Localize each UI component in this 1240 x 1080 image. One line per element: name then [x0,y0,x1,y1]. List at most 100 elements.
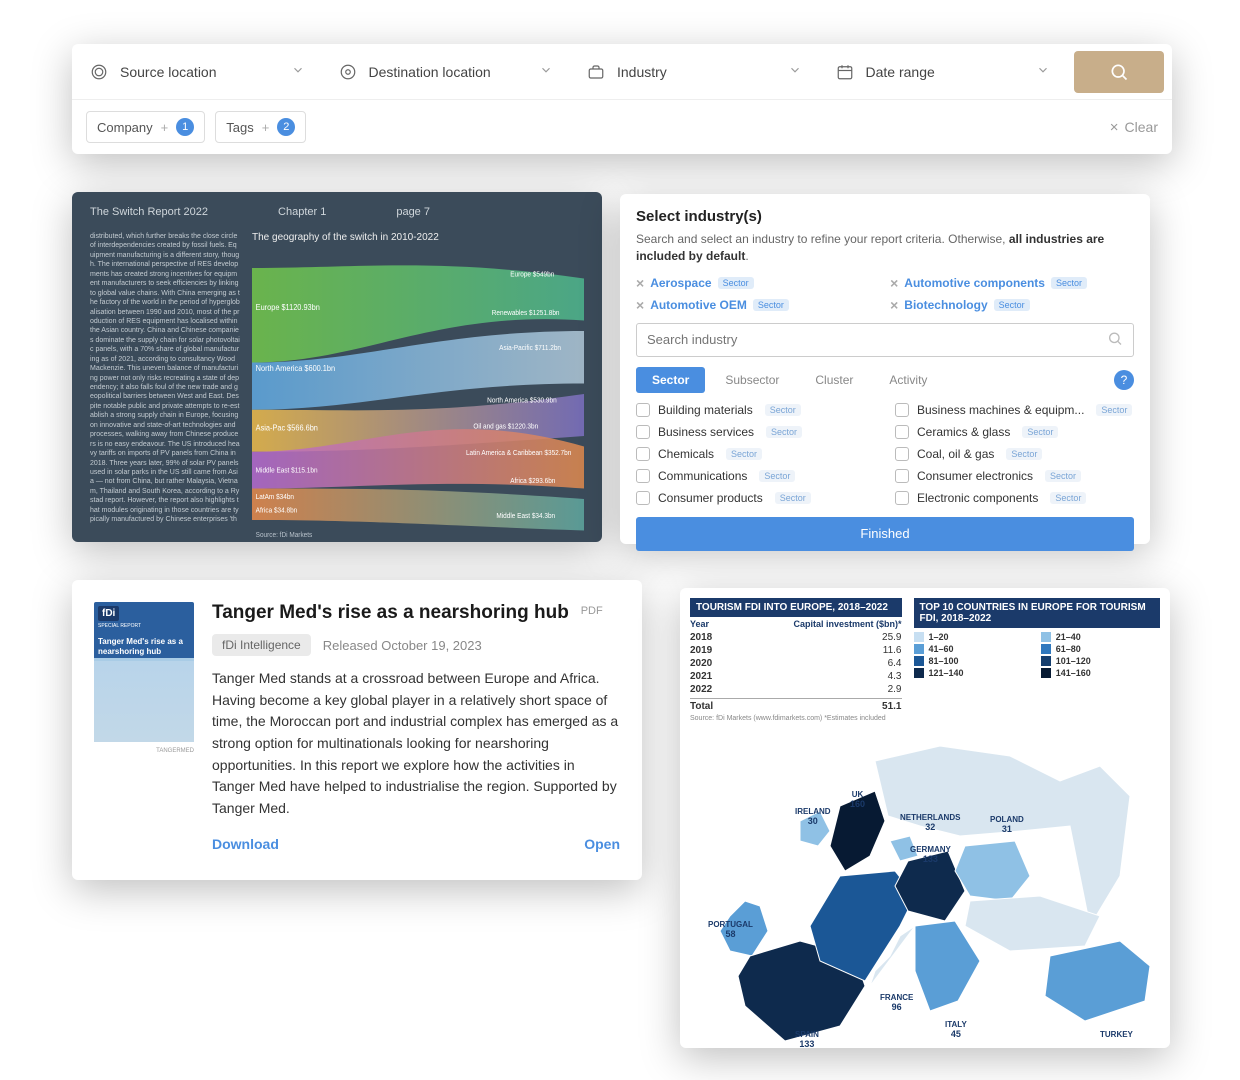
sector-badge: Sector [726,448,762,460]
filter-label: Industry [617,64,778,80]
remove-icon: × [636,275,644,291]
chevron-down-icon [788,63,802,80]
article-source: fDi Intelligence [212,634,311,656]
industry-search[interactable] [636,323,1134,357]
sector-badge: Sector [1006,448,1042,460]
option-label: Coal, oil & gas [917,447,994,461]
plus-icon: + [161,120,169,135]
table-row: 20206.4 [690,657,902,670]
europe-map: IRELAND30UK160NETHERLANDS32POLAND31PORTU… [690,726,1160,1066]
search-icon [1107,330,1123,349]
tourism-source: Source: fDi Markets (www.fdimarkets.com)… [690,715,902,722]
industry-tabs: Sector Subsector Cluster Activity ? [636,367,1134,393]
checkbox-icon [895,403,909,417]
selected-industry[interactable]: ×Automotive componentsSector [890,275,1114,291]
finished-button[interactable]: Finished [636,517,1134,551]
sankey-right-5: Latin America & Caribbean $352.7bn [466,450,571,457]
checkbox-icon [636,425,650,439]
chevron-down-icon [291,63,305,80]
sankey-left-3: Middle East $115.1bn [256,467,318,474]
sector-badge: Sector [759,470,795,482]
selected-industry[interactable]: ×AerospaceSector [636,275,860,291]
legend-item: 21–40 [1041,632,1160,642]
sankey-right-1: Renewables $1251.8bn [492,310,560,317]
search-button[interactable] [1074,51,1164,93]
tab-activity[interactable]: Activity [873,367,943,393]
article-thumbnail: fDi SPECIAL REPORT Tanger Med's rise as … [94,602,194,742]
filter-source-location[interactable]: Source location [72,44,321,99]
legend-item: 41–60 [914,644,1033,654]
close-icon: × [1110,119,1119,136]
industry-option[interactable]: Building materialsSector [636,403,875,417]
switch-sankey-chart: The geography of the switch in 2010-2022… [252,232,584,526]
country-label: IRELAND30 [795,808,831,827]
table-row: 201911.6 [690,644,902,657]
tab-cluster[interactable]: Cluster [799,367,869,393]
selected-industries: ×AerospaceSector ×Automotive componentsS… [636,275,1134,313]
industry-option[interactable]: Business machines & equipm... Sector [895,403,1134,417]
chip-label: Company [97,120,153,135]
article-description: Tanger Med stands at a crossroad between… [212,668,620,820]
filter-industry[interactable]: Industry [569,44,818,99]
option-label: Business machines & equipm... [917,403,1084,417]
sankey-right-4: Oil and gas $1220.3bn [473,423,538,430]
thumb-title: Tanger Med's rise as a nearshoring hub [98,637,190,656]
sector-badge: Sector [1022,426,1058,438]
country-label: SPAIN133 [795,1031,819,1050]
industry-option[interactable]: Consumer electronicsSector [895,469,1134,483]
industry-search-input[interactable] [637,324,1133,356]
sankey-left-4: LatAm $34bn [256,494,294,501]
selected-industry[interactable]: ×BiotechnologySector [890,297,1114,313]
sector-badge: Sector [1045,470,1081,482]
industry-option[interactable]: Electronic componentsSector [895,491,1134,505]
sankey-left-1: North America $600.1bn [256,363,335,373]
country-label: PORTUGAL58 [708,921,753,940]
legend-item: 81–100 [914,656,1033,666]
industry-selector-panel: Select industry(s) Search and select an … [620,194,1150,544]
industry-option[interactable]: Business servicesSector [636,425,875,439]
legend-item: 121–140 [914,668,1033,678]
industry-option[interactable]: Ceramics & glassSector [895,425,1134,439]
industry-option[interactable]: CommunicationsSector [636,469,875,483]
legend-item: 61–80 [1041,644,1160,654]
article-card: fDi SPECIAL REPORT Tanger Med's rise as … [72,580,642,880]
chevron-down-icon [539,63,553,80]
tab-sector[interactable]: Sector [636,367,705,393]
briefcase-icon [585,61,607,83]
chip-tags[interactable]: Tags + 2 [215,111,306,143]
industry-option[interactable]: ChemicalsSector [636,447,875,461]
clear-label: Clear [1125,119,1158,135]
sankey-left-5: Africa $34.8bn [256,507,298,514]
tab-subsector[interactable]: Subsector [709,367,795,393]
help-icon[interactable]: ? [1114,370,1134,390]
sankey-right-2: Asia-Pacific $711.2bn [499,345,561,352]
pdf-label: PDF [581,605,603,617]
legend-title: TOP 10 COUNTRIES IN EUROPE FOR TOURISM F… [914,598,1161,628]
option-label: Building materials [658,403,753,417]
filter-destination-location[interactable]: Destination location [321,44,570,99]
chip-count: 2 [277,118,295,136]
download-button[interactable]: Download [212,836,279,852]
country-label: TURKEY [1100,1031,1133,1040]
checkbox-icon [895,469,909,483]
thumb-footer: TANGERMED [156,748,194,754]
clear-button[interactable]: × Clear [1110,119,1158,136]
filter-bar-top: Source location Destination location Ind… [72,44,1172,100]
industry-option[interactable]: Coal, oil & gas Sector [895,447,1134,461]
report-title: The Switch Report 2022 [90,206,208,218]
chip-company[interactable]: Company + 1 [86,111,205,143]
industry-option[interactable]: Consumer productsSector [636,491,875,505]
filter-date-range[interactable]: Date range [818,44,1067,99]
chip-label: Tags [226,120,253,135]
selected-industry[interactable]: ×Automotive OEMSector [636,297,860,313]
sector-badge: Sector [1096,404,1132,416]
tourism-table: TOURISM FDI INTO EUROPE, 2018–2022 YearC… [690,598,902,722]
industry-options: Building materialsSectorBusiness machine… [636,403,1134,505]
country-label: UK160 [850,791,865,810]
option-label: Business services [658,425,754,439]
map-legend: TOP 10 COUNTRIES IN EUROPE FOR TOURISM F… [914,598,1161,722]
open-button[interactable]: Open [584,836,620,852]
country-label: FRANCE96 [880,994,913,1013]
table-row: 20214.3 [690,670,902,683]
destination-location-icon [337,61,359,83]
